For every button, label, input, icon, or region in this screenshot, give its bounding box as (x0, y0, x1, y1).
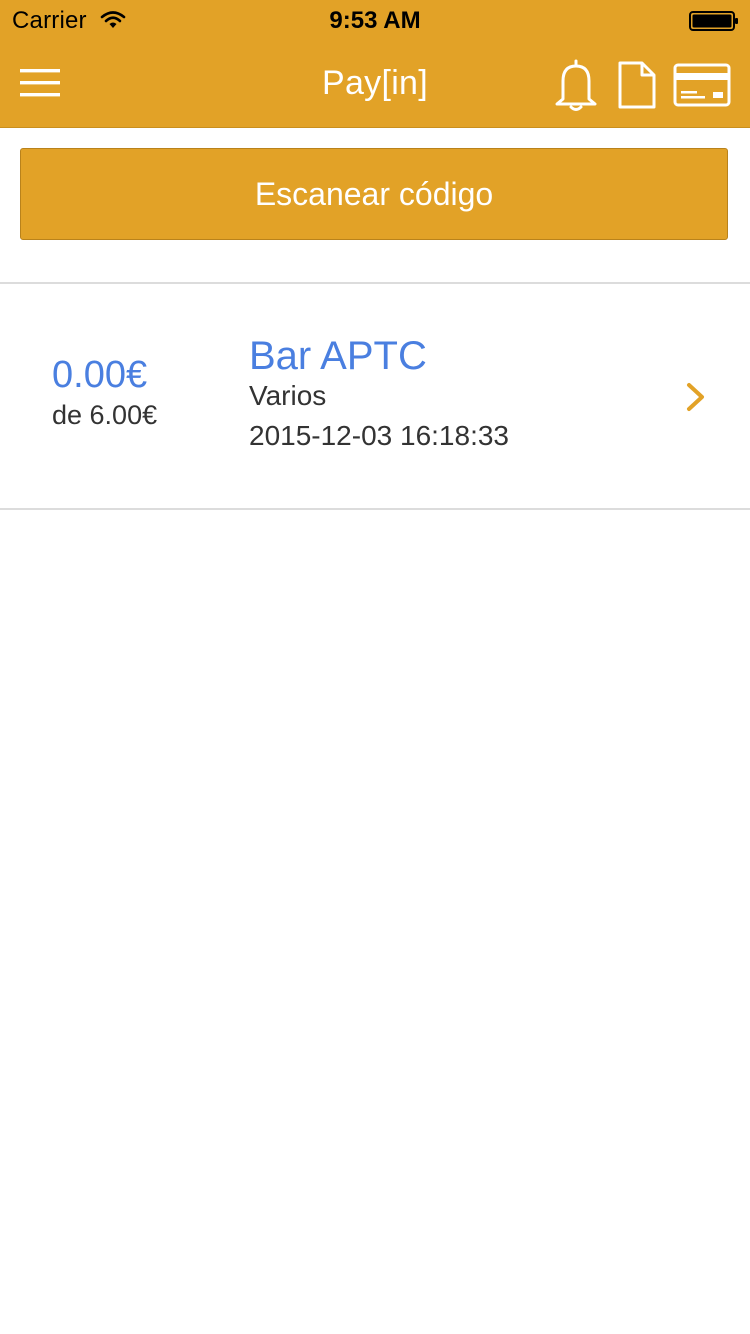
total-amount: de 6.00€ (52, 400, 158, 430)
merchant-name: Bar APTC (249, 334, 427, 378)
transaction-row[interactable]: 0.00€ de 6.00€ Bar APTC Varios 2015-12-0… (0, 284, 750, 508)
document-icon[interactable] (617, 60, 657, 110)
transaction-datetime: 2015-12-03 16:18:33 (249, 420, 509, 451)
chevron-right-icon (687, 383, 704, 411)
status-time: 9:53 AM (329, 7, 421, 34)
list-divider (0, 508, 750, 510)
scan-code-button[interactable]: Escanear código (20, 148, 728, 240)
paid-amount: 0.00€ (52, 354, 148, 396)
bell-icon[interactable] (552, 57, 600, 113)
app-header: Carrier 9:53 AM Pay[in] (0, 0, 750, 128)
battery-icon (689, 11, 738, 31)
transaction-category: Varios (249, 380, 327, 411)
credit-card-icon[interactable] (673, 63, 731, 107)
scan-code-label: Escanear código (254, 175, 494, 212)
